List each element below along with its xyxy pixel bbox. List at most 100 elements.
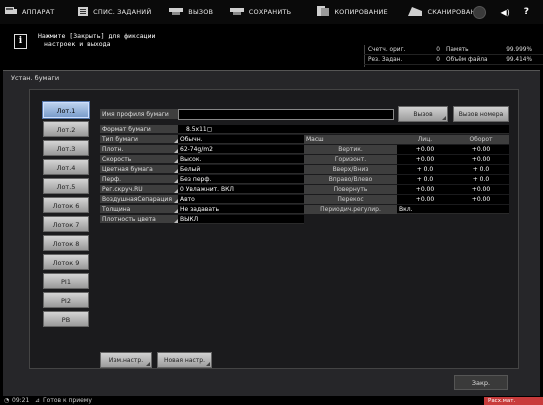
periodic-adjust-value: Вкл. xyxy=(397,205,509,214)
message-line-1: Нажмите [Закрыть] для фиксации xyxy=(38,32,156,40)
tray-button-4[interactable]: Лот.4 xyxy=(43,159,89,175)
periodic-adjust-label: Периодич.регулир. xyxy=(304,205,397,214)
help-icon[interactable]: ? xyxy=(524,7,529,17)
tab-recall[interactable]: ВЫЗОВ xyxy=(164,0,225,24)
tray-button-pb[interactable]: PB xyxy=(43,311,89,327)
tabbar-right: ◀) ? xyxy=(473,5,543,19)
instruction-message: Нажмите [Закрыть] для фиксации настроек … xyxy=(38,32,155,48)
mass-row-label: Вверх/Вниз xyxy=(304,165,397,174)
paper-size-value: 8.5x11▢ xyxy=(178,125,509,134)
mass-row-back: + 0.0 xyxy=(453,165,509,174)
mass-row-back: +0.00 xyxy=(453,185,509,194)
mass-row-back: + 0.0 xyxy=(453,175,509,184)
original-counter-value: 0 xyxy=(436,46,440,53)
new-settings-button[interactable]: Новая настр. xyxy=(157,352,212,368)
status-circle-icon[interactable] xyxy=(473,5,487,19)
tray-button-pi2[interactable]: PI2 xyxy=(43,292,89,308)
mass-col-front: Лиц. xyxy=(397,135,453,144)
reserved-jobs-label: Рез. Задан. xyxy=(368,56,403,63)
setting-label-color-density[interactable]: Плотность цвета xyxy=(100,215,178,224)
mass-header: Масш xyxy=(304,135,397,144)
tray-button-8[interactable]: Лоток 8 xyxy=(43,235,89,251)
profile-name-input[interactable] xyxy=(178,109,394,120)
message-line-2: настроек и выхода xyxy=(44,40,111,48)
setting-value-punch: Без перф. xyxy=(178,175,304,184)
mass-row-back: +0.00 xyxy=(453,145,509,154)
setting-value-air-separation: Авто xyxy=(178,195,304,204)
tray-button-pi1[interactable]: PI1 xyxy=(43,273,89,289)
clock-icon: ◔ xyxy=(4,397,10,404)
tab-label: АППАРАТ xyxy=(22,8,55,16)
top-tab-bar: АППАРАТ СПИС. ЗАДАНИЙ ВЫЗОВ СОХРАНИТЬ КО… xyxy=(0,0,543,24)
tab-machine[interactable]: АППАРАТ xyxy=(0,0,73,24)
paper-size-label: Формат бумаги xyxy=(100,125,178,134)
setting-value-paper-type: Обычн. xyxy=(178,135,304,144)
paper-settings-inner: Лот.1 Лот.2 Лот.3 Лот.4 Лот.5 Лоток 6 Ло… xyxy=(29,89,519,369)
counter-row-2: Рез. Задан. 0 Объём файла 99.414% xyxy=(364,55,543,65)
tab-scan[interactable]: СКАНИРОВАНИЕ xyxy=(403,0,485,24)
consumables-badge[interactable]: Расх.мат. xyxy=(484,397,543,405)
setting-value-weight: 62-74g/m2 xyxy=(178,145,304,154)
save-icon xyxy=(229,7,244,18)
tab-label: СПИС. ЗАДАНИЙ xyxy=(93,8,152,16)
setting-value-color-paper: Белый xyxy=(178,165,304,174)
copy-icon xyxy=(317,6,330,18)
file-size-value: 99.414% xyxy=(506,56,532,63)
setting-label-air-separation[interactable]: ВоздушнаяСепарация xyxy=(100,195,178,204)
tab-label: СОХРАНИТЬ xyxy=(248,8,292,16)
setting-value-color-density: ВЫКЛ xyxy=(178,215,304,224)
mass-row-back: +0.00 xyxy=(453,155,509,164)
setting-value-curl-adjust: 0 Увлажнит. ВКЛ xyxy=(178,185,304,194)
close-button[interactable]: Закр. xyxy=(454,375,508,390)
recall-button[interactable]: Вызов xyxy=(398,106,448,122)
setting-label-thickness[interactable]: Толщина xyxy=(100,205,178,214)
tray-button-9[interactable]: Лоток 9 xyxy=(43,254,89,270)
file-size-label: Объём файла xyxy=(446,56,488,63)
status-time: 09:21 xyxy=(12,397,30,404)
mass-row-front: +0.00 xyxy=(397,185,453,194)
setting-value-speed: Высок. xyxy=(178,155,304,164)
mass-col-back: Оборот xyxy=(453,135,509,144)
setting-label-punch[interactable]: Перф. xyxy=(100,175,178,184)
original-counter-label: Счетч. ориг. xyxy=(368,46,406,53)
mass-row-label: Вертик. xyxy=(304,145,397,154)
profile-name-label: Имя профиля бумаги xyxy=(100,109,178,120)
mass-row-label: Вправо/Влево xyxy=(304,175,397,184)
tray-button-3[interactable]: Лот.3 xyxy=(43,140,89,156)
setting-value-thickness: Не задавать xyxy=(178,205,304,214)
volume-icon[interactable]: ◀) xyxy=(500,8,509,17)
mass-row-front: +0.00 xyxy=(397,195,453,204)
paper-settings-panel: Устан. бумаги Лот.1 Лот.2 Лот.3 Лот.4 Ло… xyxy=(3,70,540,396)
setting-label-weight[interactable]: Плотн. xyxy=(100,145,178,154)
mass-row-front: +0.00 xyxy=(397,155,453,164)
mass-row-front: + 0.0 xyxy=(397,165,453,174)
recall-icon xyxy=(169,7,184,18)
setting-label-curl-adjust[interactable]: Рег.скруч.RU xyxy=(100,185,178,194)
machine-icon xyxy=(5,6,17,18)
tray-button-6[interactable]: Лоток 6 xyxy=(43,197,89,213)
recall-number-button[interactable]: Вызов номера xyxy=(453,106,509,122)
scan-icon xyxy=(408,6,423,18)
mass-row-label: Горизонт. xyxy=(304,155,397,164)
reserved-jobs-value: 0 xyxy=(436,56,440,63)
mass-row-back: +0.00 xyxy=(453,195,509,204)
setting-label-color-paper[interactable]: Цветная бумага xyxy=(100,165,178,174)
status-bar: ◔ 09:21 ⊿ Готов к приему xyxy=(0,396,543,405)
tray-button-7[interactable]: Лоток 7 xyxy=(43,216,89,232)
panel-title: Устан. бумаги xyxy=(11,74,60,82)
tray-button-5[interactable]: Лот.5 xyxy=(43,178,89,194)
tab-save[interactable]: СОХРАНИТЬ xyxy=(225,0,313,24)
setting-label-speed[interactable]: Скорость xyxy=(100,155,178,164)
setting-label-paper-type[interactable]: Тип бумаги xyxy=(100,135,178,144)
tray-button-2[interactable]: Лот.2 xyxy=(43,121,89,137)
status-text: Готов к приему xyxy=(43,397,92,404)
change-settings-button[interactable]: Изм.настр. xyxy=(100,352,152,368)
info-icon: i xyxy=(14,34,27,49)
mass-row-label: Перекос xyxy=(304,195,397,204)
tray-button-1[interactable]: Лот.1 xyxy=(43,102,89,118)
mass-row-label: Повернуть xyxy=(304,185,397,194)
tab-copy[interactable]: КОПИРОВАНИЕ xyxy=(312,0,403,24)
tab-label: ВЫЗОВ xyxy=(188,8,214,16)
tab-job-list[interactable]: СПИС. ЗАДАНИЙ xyxy=(73,0,164,24)
counters-panel: Счетч. ориг. 0 Память 99.999% Рез. Задан… xyxy=(364,45,543,65)
